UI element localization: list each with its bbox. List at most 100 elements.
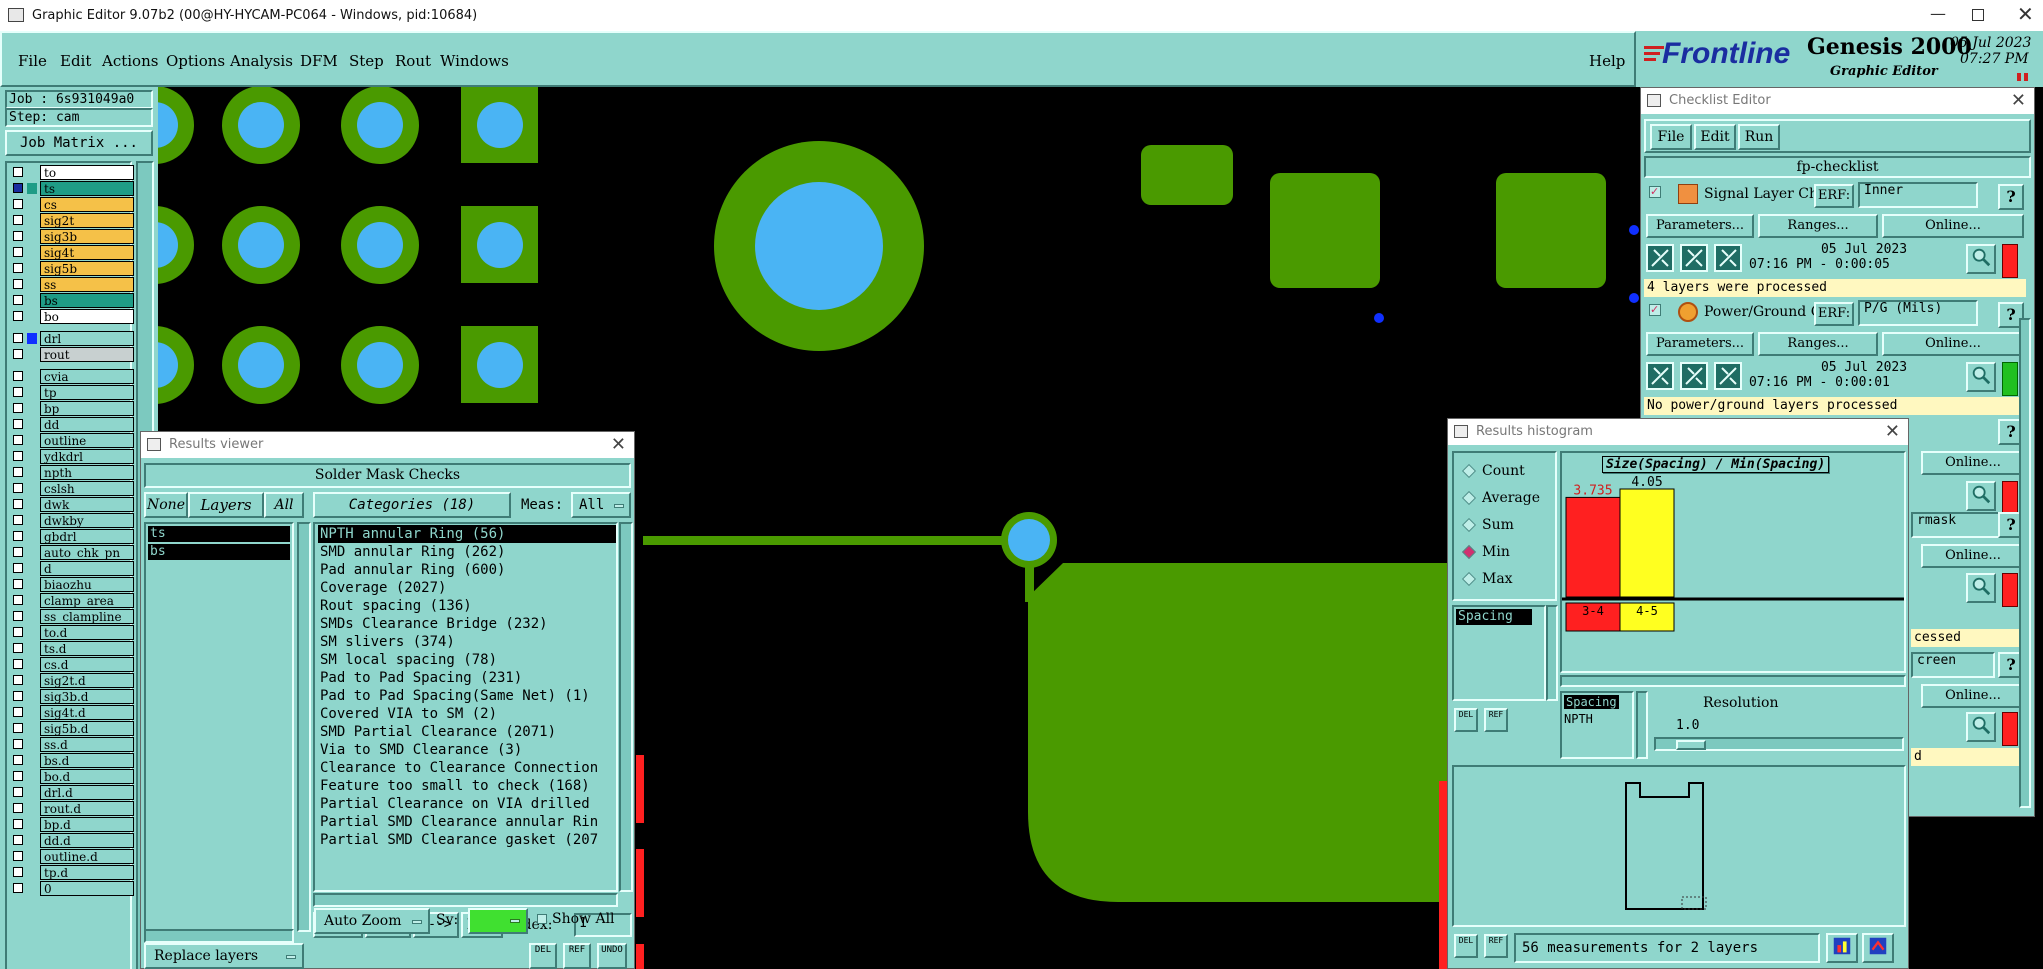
mode-count-radio[interactable]: Count	[1461, 463, 1525, 479]
layer-checkbox[interactable]	[13, 771, 23, 781]
online-button[interactable]: Online...	[1921, 451, 2025, 475]
mode-min-radio[interactable]: Min	[1461, 544, 1510, 560]
layer-results-hscrollbar[interactable]	[144, 929, 294, 943]
category-item[interactable]: Feature too small to check (168)	[318, 777, 616, 795]
layer-checkbox[interactable]	[13, 739, 23, 749]
layer-row-sig5b.d[interactable]: sig5b.d	[9, 721, 134, 736]
category-item[interactable]: SMD annular Ring (262)	[318, 543, 616, 561]
ref-button[interactable]: REF	[563, 943, 591, 969]
menu-windows[interactable]: Windows	[440, 33, 509, 89]
layer-row-clamp_area[interactable]: clamp_area	[9, 593, 134, 608]
layer-row-bs.d[interactable]: bs.d	[9, 753, 134, 768]
zoom-results-icon[interactable]	[1966, 573, 1996, 603]
layer-row-ydkdrl[interactable]: ydkdrl	[9, 449, 134, 464]
menu-file[interactable]: File	[18, 33, 47, 89]
layer-row-auto_chk_pn[interactable]: auto_chk_pn	[9, 545, 134, 560]
layer-row-npth[interactable]: npth	[9, 465, 134, 480]
layer-checkbox[interactable]	[13, 611, 23, 621]
auto-zoom-select[interactable]: Auto Zoom	[314, 908, 430, 934]
category-item[interactable]: Partial SMD Clearance annular Rin	[318, 813, 616, 831]
layer-checkbox[interactable]	[13, 691, 23, 701]
histogram-hscrollbar[interactable]	[1560, 675, 1906, 687]
layer-checkbox[interactable]	[13, 851, 23, 861]
zoom-results-icon[interactable]	[1966, 244, 1996, 274]
layer-checkbox[interactable]	[13, 499, 23, 509]
menu-options[interactable]: Options	[166, 33, 225, 89]
layer-row-ss_clampline[interactable]: ss_clampline	[9, 609, 134, 624]
layer-row-sig2t.d[interactable]: sig2t.d	[9, 673, 134, 688]
mode-average-radio[interactable]: Average	[1461, 490, 1540, 506]
histogram-bar[interactable]	[1619, 488, 1675, 598]
run-check-icon[interactable]	[1646, 244, 1674, 272]
close-icon[interactable]: ✕	[1885, 419, 1900, 445]
layer-checkbox[interactable]	[13, 531, 23, 541]
layer-row-biaozhu[interactable]: biaozhu	[9, 577, 134, 592]
resolution-list-scrollbar[interactable]	[1636, 691, 1648, 759]
online-button[interactable]: Online...	[1882, 214, 2024, 238]
layer-row-sig4t[interactable]: sig4t	[9, 245, 134, 260]
layer-row-bo[interactable]: bo	[9, 309, 134, 324]
category-item[interactable]: SMD Partial Clearance (2071)	[318, 723, 616, 741]
layer-checkbox[interactable]	[13, 675, 23, 685]
layer-checkbox[interactable]	[13, 563, 23, 573]
layer-row-d[interactable]: d	[9, 561, 134, 576]
layer-checkbox[interactable]	[13, 579, 23, 589]
run-check-icon[interactable]	[1646, 362, 1674, 390]
undo-button[interactable]: UNDO	[597, 943, 627, 969]
layer-checkbox[interactable]	[13, 183, 23, 193]
layer-row-dwkby[interactable]: dwkby	[9, 513, 134, 528]
categories-hscrollbar[interactable]	[313, 893, 618, 907]
close-icon[interactable]: ✕	[2011, 88, 2026, 114]
layer-row-sig3b.d[interactable]: sig3b.d	[9, 689, 134, 704]
categories-scrollbar[interactable]	[619, 522, 633, 892]
menu-help[interactable]: Help	[1589, 33, 1625, 89]
run-check-icon-3[interactable]	[1714, 244, 1742, 272]
layer-checkbox[interactable]	[13, 419, 23, 429]
check-enabled-checkbox[interactable]: ✓	[1649, 304, 1661, 316]
menu-step[interactable]: Step	[349, 33, 384, 89]
layer-row-ts[interactable]: ts	[9, 181, 134, 196]
layer-checkbox[interactable]	[13, 627, 23, 637]
checklist-scrollbar[interactable]	[2019, 318, 2031, 808]
layer-row-rout.d[interactable]: rout.d	[9, 801, 134, 816]
layer-checkbox[interactable]	[13, 231, 23, 241]
layer-row-to[interactable]: to	[9, 165, 134, 180]
category-item[interactable]: Pad to Pad Spacing (231)	[318, 669, 616, 687]
layer-checkbox[interactable]	[13, 803, 23, 813]
layer-checkbox[interactable]	[13, 867, 23, 877]
del-button[interactable]: DEL	[1454, 708, 1478, 732]
layer-checkbox[interactable]	[13, 595, 23, 605]
layer-row-sig5b[interactable]: sig5b	[9, 261, 134, 276]
layer-checkbox[interactable]	[13, 403, 23, 413]
layer-row-drl[interactable]: drl	[9, 331, 134, 346]
del-button[interactable]: DEL	[529, 943, 557, 969]
layer-checkbox[interactable]	[13, 707, 23, 717]
run-check-icon-2[interactable]	[1680, 362, 1708, 390]
ref-button[interactable]: REF	[1484, 934, 1508, 958]
layer-checkbox[interactable]	[13, 167, 23, 177]
layer-row-bp.d[interactable]: bp.d	[9, 817, 134, 832]
layer-checkbox[interactable]	[13, 467, 23, 477]
ref-button[interactable]: REF	[1484, 708, 1508, 732]
layer-checkbox[interactable]	[13, 755, 23, 765]
resolution-slider-thumb[interactable]	[1676, 740, 1706, 750]
online-button[interactable]: Online...	[1921, 684, 2025, 708]
del-button[interactable]: DEL	[1454, 934, 1478, 958]
category-item[interactable]: Pad to Pad Spacing(Same Net) (1)	[318, 687, 616, 705]
job-matrix-button[interactable]: Job Matrix ...	[5, 130, 153, 156]
help-button[interactable]: ?	[1998, 184, 2024, 210]
histogram-export-icon[interactable]	[1826, 933, 1858, 963]
menu-actions[interactable]: Actions	[102, 33, 158, 89]
layer-row-dd[interactable]: dd	[9, 417, 134, 432]
categories-tab-button[interactable]: Categories (18)	[313, 492, 511, 518]
layer-row-dwk[interactable]: dwk	[9, 497, 134, 512]
mode-max-radio[interactable]: Max	[1461, 571, 1513, 587]
layer-checkbox[interactable]	[13, 311, 23, 321]
layer-checkbox[interactable]	[13, 819, 23, 829]
layer-row-tp.d[interactable]: tp.d	[9, 865, 134, 880]
layer-row-outline[interactable]: outline	[9, 433, 134, 448]
res-list-item-spacing[interactable]: Spacing	[1564, 695, 1619, 709]
layer-row-ss[interactable]: ss	[9, 277, 134, 292]
layer-checkbox[interactable]	[13, 349, 23, 359]
online-button[interactable]: Online...	[1882, 332, 2024, 356]
